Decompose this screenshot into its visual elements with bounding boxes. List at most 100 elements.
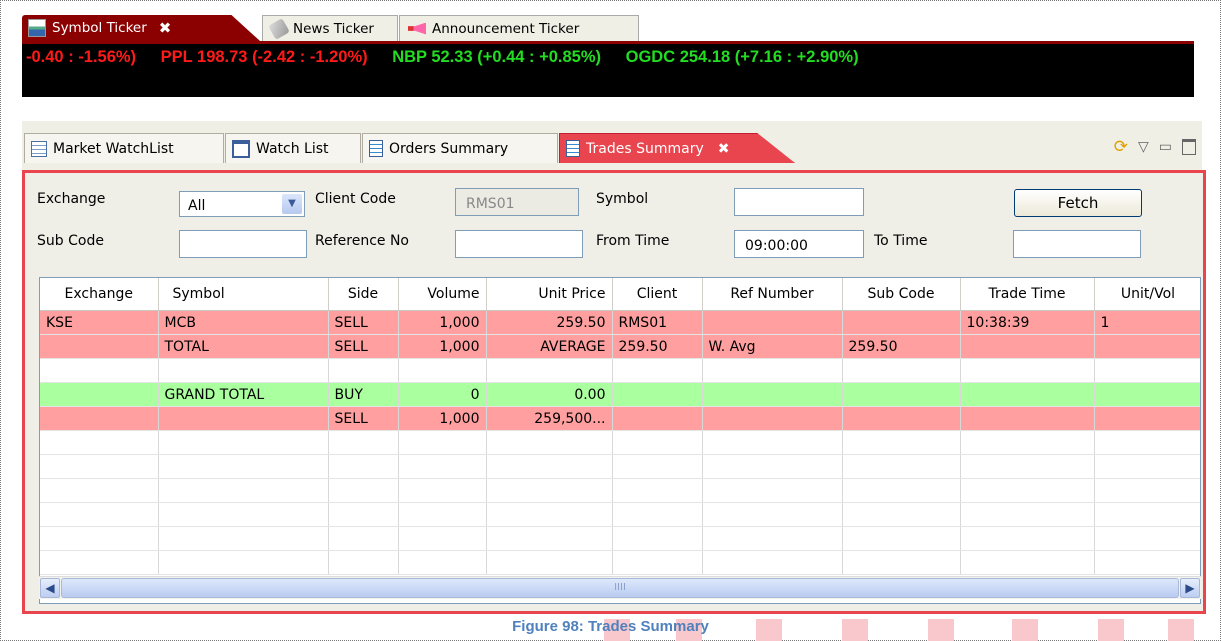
table-row[interactable] <box>40 358 1200 383</box>
close-icon[interactable]: ✖ <box>718 141 730 157</box>
table-row[interactable] <box>40 478 1200 503</box>
table-cell <box>486 478 613 503</box>
exchange-value: All <box>188 198 206 214</box>
table-cell <box>1094 478 1200 503</box>
fetch-button[interactable]: Fetch <box>1014 189 1142 217</box>
table-cell <box>612 550 703 575</box>
tab-symbol-ticker[interactable]: Symbol Ticker ✖ <box>22 15 260 41</box>
ticker-item[interactable]: -0.40 : -1.56%) <box>26 48 136 66</box>
ticker-item[interactable]: NBP 52.33 (+0.44 : +0.85%) <box>392 48 601 66</box>
table-row[interactable]: TOTAL SELL 1,000 AVERAGE 259.50 W. Avg 259.50 <box>40 334 1200 359</box>
table-cell <box>1094 382 1200 407</box>
table-row[interactable] <box>40 430 1200 455</box>
table-cell <box>158 406 329 431</box>
table-cell <box>398 526 487 551</box>
table-cell <box>328 454 399 479</box>
column-header[interactable]: Symbol <box>158 278 329 311</box>
symbol-ticker-strip: -0.40 : -1.56%) PPL 198.73 (-2.42 : -1.2… <box>22 41 1194 97</box>
table-cell <box>40 550 159 575</box>
table-cell: 0 <box>398 382 487 407</box>
table-row[interactable] <box>40 550 1200 575</box>
chevron-down-icon[interactable]: ▼ <box>282 194 302 214</box>
document-icon <box>566 140 580 157</box>
symbol-input[interactable] <box>734 188 864 216</box>
table-cell <box>328 430 399 455</box>
view-menu-icon[interactable]: ▽ <box>1138 139 1149 155</box>
table-cell <box>486 550 613 575</box>
tab-market-watchlist[interactable]: Market WatchList <box>24 133 224 163</box>
table-row[interactable]: SELL 1,000 259,500... <box>40 406 1200 431</box>
trades-table: Exchange Symbol Side Volume Unit Price C… <box>40 278 1200 575</box>
close-icon[interactable]: ✖ <box>159 19 172 37</box>
tab-announcement-ticker[interactable]: Announcement Ticker <box>399 15 639 41</box>
table-cell <box>842 382 961 407</box>
table-cell <box>702 550 843 575</box>
horizontal-scrollbar[interactable]: ◀ IIII ▶ <box>39 576 1201 599</box>
exchange-select[interactable]: All ▼ <box>179 191 305 217</box>
table-cell <box>398 430 487 455</box>
table-cell <box>842 454 961 479</box>
from-time-input[interactable]: 09:00:00 <box>734 230 864 258</box>
table-cell <box>158 430 329 455</box>
column-header[interactable]: Side <box>328 278 399 311</box>
ticker-tab-bar: Symbol Ticker ✖ News Ticker Announcement… <box>22 15 1194 41</box>
table-cell <box>960 502 1095 527</box>
tab-trades-summary[interactable]: Trades Summary ✖ <box>559 133 795 163</box>
scrollbar-thumb[interactable]: IIII <box>61 578 1179 598</box>
tab-news-ticker[interactable]: News Ticker <box>262 15 398 41</box>
scroll-left-icon[interactable]: ◀ <box>40 578 60 598</box>
minimize-icon[interactable]: ▭ <box>1159 139 1172 155</box>
table-cell <box>960 526 1095 551</box>
table-cell <box>486 358 613 383</box>
table-cell <box>842 406 961 431</box>
table-cell: SELL <box>328 406 399 431</box>
ticker-item[interactable]: PPL 198.73 (-2.42 : -1.20%) <box>161 48 368 66</box>
table-row[interactable]: GRAND TOTAL BUY 0 0.00 <box>40 382 1200 407</box>
ticker-item[interactable]: OGDC 254.18 (+7.16 : +2.90%) <box>626 48 859 66</box>
table-cell: 1,000 <box>398 310 487 335</box>
column-header[interactable]: Exchange <box>40 278 159 311</box>
symbol-label: Symbol <box>596 191 649 207</box>
table-cell: 1,000 <box>398 334 487 359</box>
column-header[interactable]: Sub Code <box>842 278 961 311</box>
table-cell <box>960 358 1095 383</box>
column-header[interactable]: Unit Price <box>486 278 613 311</box>
table-cell <box>1094 430 1200 455</box>
table-icon <box>31 140 47 157</box>
table-cell <box>40 406 159 431</box>
table-cell <box>40 454 159 479</box>
column-header[interactable]: Unit/Vol <box>1094 278 1200 311</box>
table-cell <box>40 334 159 359</box>
sync-icon[interactable]: ⟳ <box>1114 137 1128 157</box>
chart-icon <box>28 19 46 37</box>
sub-code-input[interactable] <box>179 230 307 258</box>
column-header[interactable]: Volume <box>398 278 487 311</box>
column-header[interactable]: Trade Time <box>960 278 1095 311</box>
scroll-right-icon[interactable]: ▶ <box>1180 578 1200 598</box>
table-cell <box>486 526 613 551</box>
column-header[interactable]: Client <box>612 278 703 311</box>
table-cell <box>1094 550 1200 575</box>
table-row[interactable] <box>40 454 1200 479</box>
table-cell <box>702 310 843 335</box>
table-cell <box>702 526 843 551</box>
table-cell <box>960 406 1095 431</box>
tab-label: Trades Summary <box>586 140 704 157</box>
table-cell <box>702 478 843 503</box>
table-row[interactable]: KSE MCB SELL 1,000 259.50 RMS01 10:38:39 1 <box>40 310 1200 335</box>
tab-orders-summary[interactable]: Orders Summary <box>362 133 558 163</box>
table-row[interactable] <box>40 526 1200 551</box>
tab-watch-list[interactable]: Watch List <box>225 133 361 163</box>
table-cell: TOTAL <box>158 334 329 359</box>
view-controls: ⟳ ▽ ▭ <box>1114 137 1196 157</box>
table-row[interactable] <box>40 502 1200 527</box>
column-header[interactable]: Ref Number <box>702 278 843 311</box>
table-cell <box>486 502 613 527</box>
reference-no-input[interactable] <box>455 230 583 258</box>
table-cell: AVERAGE <box>486 334 613 359</box>
table-cell <box>842 430 961 455</box>
ticker-line: -0.40 : -1.56%) PPL 198.73 (-2.42 : -1.2… <box>26 48 879 67</box>
maximize-icon[interactable] <box>1182 139 1196 155</box>
table-cell <box>612 502 703 527</box>
to-time-input[interactable] <box>1013 230 1141 258</box>
